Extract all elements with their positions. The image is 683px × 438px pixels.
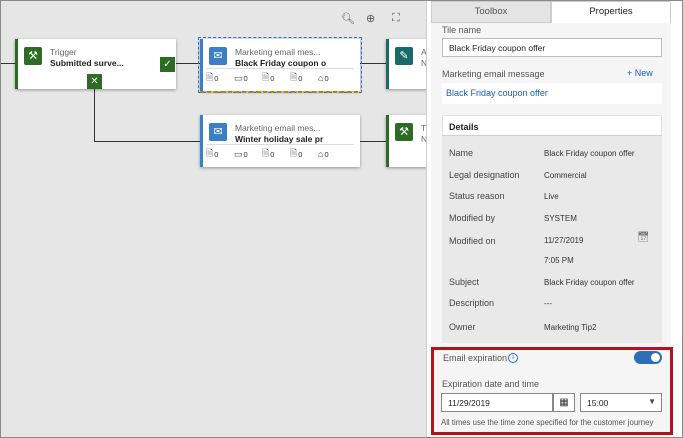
zoom-in-icon[interactable]: ⊕: [366, 12, 375, 25]
detail-key: Owner: [449, 322, 476, 332]
journey-canvas[interactable]: 🔍︎ ⊕ ⛶ ⚒ Trigger Submitted surve... ✓ ✕ …: [1, 1, 426, 437]
tile-accent-bar: [200, 39, 203, 91]
stat-value: 0: [243, 73, 248, 83]
tile-accent-bar: [386, 39, 389, 89]
tab-properties[interactable]: Properties: [551, 1, 671, 23]
detail-key: Status reason: [449, 191, 505, 201]
tile-subtitle: Marketing email mes...: [235, 47, 321, 57]
tab-toolbox[interactable]: Toolbox: [431, 1, 551, 23]
clicked-icon: 🗎: [290, 72, 298, 82]
stat-value: 0: [298, 149, 303, 159]
tile-accent-bar: [200, 115, 203, 167]
delivered-icon: ▭: [234, 148, 243, 159]
message-link[interactable]: Black Friday coupon offer: [446, 88, 548, 98]
connector: [360, 141, 386, 142]
panel-tabs: Toolbox Properties: [431, 1, 671, 23]
divider: [206, 144, 354, 145]
detail-value: ---: [544, 299, 552, 308]
activity-tile[interactable]: ✎ A N: [386, 39, 426, 89]
tile-accent-bar: [386, 115, 389, 167]
calendar-icon: 📅︎: [637, 232, 650, 243]
tile-subtitle: Marketing email mes...: [235, 123, 321, 133]
detail-value: Black Friday coupon offer: [544, 149, 635, 158]
connector: [1, 63, 15, 64]
tile-title: Submitted surve...: [50, 58, 124, 68]
fit-to-screen-icon[interactable]: ⛶: [392, 12, 400, 25]
details-section: Details Name Black Friday coupon offer L…: [442, 115, 662, 343]
selection-underline: [200, 91, 362, 93]
divider: [206, 68, 354, 69]
tile-subtitle: Trigger: [50, 47, 77, 57]
detail-value: Live: [544, 192, 559, 201]
connector: [360, 63, 386, 64]
stat-value: 0: [214, 73, 219, 83]
tile-name-label: Tile name: [442, 25, 482, 35]
detail-value: 11/27/2019: [544, 236, 584, 245]
stat-value: 0: [270, 73, 275, 83]
tile-name-input[interactable]: Black Friday coupon offer: [442, 38, 662, 57]
opened-icon: 🗎: [262, 148, 270, 158]
connector: [94, 141, 200, 142]
activity-icon: ✎: [395, 47, 413, 65]
tile-title: Black Friday coupon o: [235, 58, 327, 68]
email-tile-black-friday[interactable]: ✉ Marketing email mes... Black Friday co…: [198, 37, 362, 93]
detail-key: Legal designation: [449, 170, 520, 180]
zoom-out-icon[interactable]: 🔍︎: [341, 12, 355, 25]
detail-value: Marketing Tip2: [544, 323, 597, 332]
stat-value: 0: [324, 73, 329, 83]
detail-value: Black Friday coupon offer: [544, 278, 635, 287]
stat-value: 0: [270, 149, 275, 159]
new-message-link[interactable]: + New: [627, 68, 653, 78]
stat-value: 0: [298, 73, 303, 83]
delivered-icon: ▭: [234, 72, 243, 83]
sent-icon: 🗎: [206, 148, 214, 158]
details-header: Details: [442, 115, 662, 136]
detail-key: Subject: [449, 277, 480, 287]
message-label: Marketing email message: [442, 69, 545, 79]
message-lookup[interactable]: Black Friday coupon offer: [442, 83, 662, 104]
clicked-icon: 🗎: [290, 148, 298, 158]
blocked-icon: ⌂: [318, 149, 324, 159]
detail-key: Modified by: [449, 213, 496, 223]
stat-value: 0: [243, 149, 248, 159]
tile-stats: 🗎 0 ▭ 0 🗎 0 🗎 0 ⌂ 0: [206, 70, 354, 86]
email-tile-winter-holiday[interactable]: ✉ Marketing email mes... Winter holiday …: [200, 115, 360, 167]
trigger-tile-2[interactable]: ⚒ T N: [386, 115, 426, 167]
stat-value: 0: [324, 149, 329, 159]
email-icon: ✉: [209, 47, 227, 65]
connector: [176, 63, 200, 64]
highlight-box: [431, 347, 673, 435]
blocked-icon: ⌂: [318, 73, 324, 83]
tile-title: Winter holiday sale pr: [235, 134, 324, 144]
sent-icon: 🗎: [206, 72, 214, 82]
tile-stats: 🗎 0 ▭ 0 🗎 0 🗎 0 ⌂ 0: [206, 146, 354, 162]
detail-key: Description: [449, 298, 495, 308]
checkmark-icon: ✓: [160, 57, 175, 72]
details-title: Details: [449, 122, 479, 132]
opened-icon: 🗎: [262, 72, 270, 82]
detail-key: Modified on: [449, 236, 496, 246]
detail-value: SYSTEM: [544, 214, 577, 223]
email-icon: ✉: [209, 123, 227, 141]
trigger-icon: ⚒: [24, 47, 42, 65]
close-icon[interactable]: ✕: [87, 74, 102, 89]
stat-value: 0: [214, 149, 219, 159]
detail-key: Name: [449, 148, 474, 158]
tile-accent-bar: [15, 39, 18, 89]
detail-value: Commercial: [544, 171, 587, 180]
connector: [94, 89, 95, 141]
detail-value: 7:05 PM: [544, 256, 574, 265]
trigger-icon: ⚒: [395, 123, 413, 141]
